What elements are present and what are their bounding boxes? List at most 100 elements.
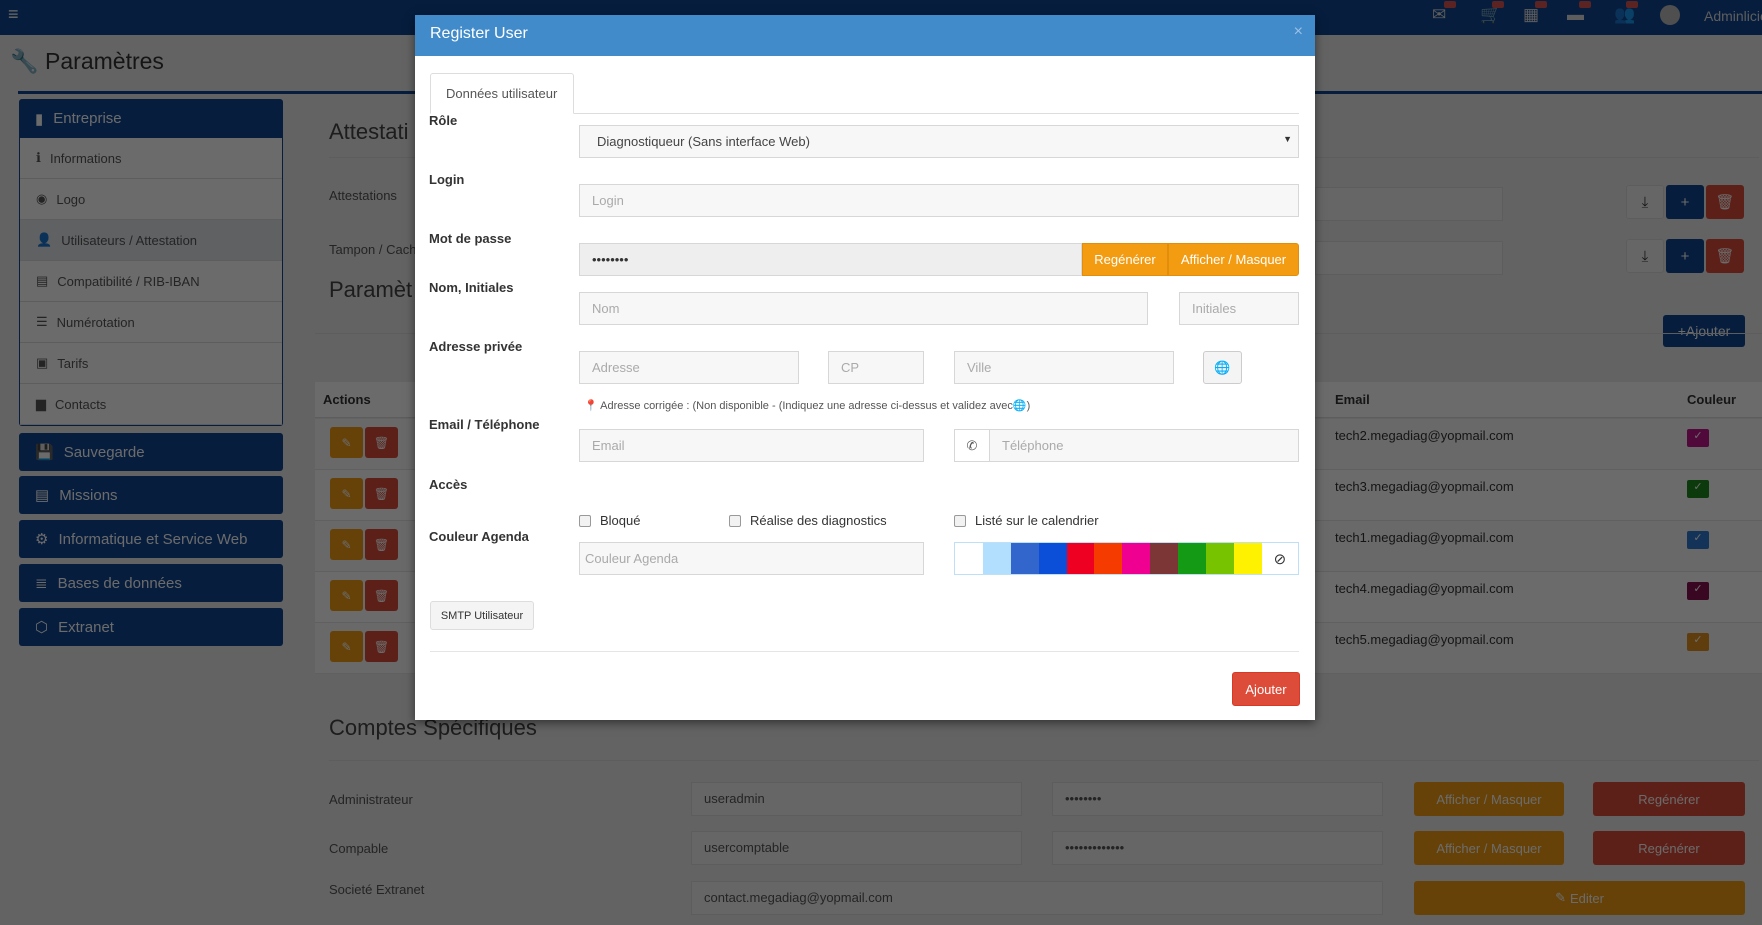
color-option[interactable]	[1066, 543, 1095, 574]
regenerate-password-button[interactable]: Regénérer	[1082, 243, 1168, 276]
download-icon[interactable]: ⤓	[1626, 239, 1664, 273]
trash-icon[interactable]: 🗑	[365, 529, 398, 560]
sidebar-section[interactable]: ⬡ Extranet	[19, 608, 283, 646]
edit-icon[interactable]: ✎	[330, 529, 363, 560]
color-option[interactable]	[1178, 543, 1207, 574]
tab-donnees-utilisateur[interactable]: Données utilisateur	[430, 73, 574, 114]
sidebar-item[interactable]: ▤ Compatibilité / RIB-IBAN	[20, 261, 282, 302]
section-icon: ⚙	[35, 531, 49, 548]
sidebar-item-icon: ▆	[36, 396, 46, 411]
extranet-email-input[interactable]: contact.megadiag@yopmail.com	[691, 881, 1383, 915]
sidebar-item[interactable]: 👤 Utilisateurs / Attestation	[20, 220, 282, 261]
modal-title: Register User	[430, 25, 528, 42]
compte-password-input[interactable]: ••••••••	[1052, 782, 1383, 816]
sidebar-item[interactable]: ℹ Informations	[20, 138, 282, 179]
plus-icon[interactable]: +	[1666, 185, 1704, 219]
edit-icon[interactable]: ✎	[330, 427, 363, 458]
sidebar-section[interactable]: 💾 Sauvegarde	[19, 433, 283, 471]
geocode-button[interactable]: 🌐	[1203, 351, 1242, 384]
add-user-button[interactable]: + Ajouter	[1663, 315, 1745, 347]
tampon-input[interactable]	[1315, 241, 1503, 275]
color-option[interactable]	[1206, 543, 1234, 574]
color-option[interactable]	[1010, 543, 1039, 574]
trash-icon[interactable]: 🗑	[365, 631, 398, 662]
toggle-password-button[interactable]: Afficher / Masquer	[1414, 782, 1564, 816]
user-name[interactable]: Adminlicie	[1704, 8, 1762, 24]
initiales-input[interactable]: Initiales	[1179, 292, 1299, 325]
toggle-password-button[interactable]: Afficher / Masquer	[1414, 831, 1564, 865]
adresse-input[interactable]: Adresse	[579, 351, 799, 384]
avatar-icon[interactable]	[1660, 5, 1680, 25]
hamburger-menu-icon[interactable]: ≡	[8, 4, 19, 25]
color-option[interactable]	[1122, 543, 1151, 574]
edit-button[interactable]: ✎ Editer	[1414, 881, 1745, 915]
trash-icon[interactable]: 🗑	[365, 580, 398, 611]
sidebar-item[interactable]: ☰ Numérotation	[20, 302, 282, 343]
regenerate-button[interactable]: Regénérer	[1593, 831, 1745, 865]
email-input[interactable]: Email	[579, 429, 924, 462]
email-cell: tech1.megadiag@yopmail.com	[1335, 530, 1514, 545]
password-input[interactable]: ••••••••	[579, 243, 1082, 276]
color-swatch-icon[interactable]: ✓	[1687, 633, 1709, 651]
checkbox-bloque[interactable]: Bloqué	[579, 513, 640, 528]
color-swatch-icon[interactable]: ✓	[1687, 531, 1709, 549]
submit-button[interactable]: Ajouter	[1232, 672, 1300, 706]
sidebar-entreprise[interactable]: ▮ Entreprise	[19, 99, 283, 138]
compte-login-input[interactable]: useradmin	[691, 782, 1022, 816]
toggle-password-button[interactable]: Afficher / Masquer	[1168, 243, 1299, 276]
trash-icon[interactable]: 🗑	[365, 478, 398, 509]
checkbox[interactable]	[954, 514, 966, 527]
edit-icon[interactable]: ✎	[330, 580, 363, 611]
edit-icon[interactable]: ✎	[330, 478, 363, 509]
checkbox[interactable]	[579, 514, 591, 527]
card-icon[interactable]: ▬	[1567, 1, 1591, 25]
users-icon[interactable]: 👥	[1614, 1, 1638, 25]
close-icon[interactable]: ×	[1294, 23, 1303, 41]
ville-input[interactable]: Ville	[954, 351, 1174, 384]
color-option[interactable]	[1233, 543, 1262, 574]
nom-input[interactable]: Nom	[579, 292, 1148, 325]
color-swatch-icon[interactable]: ✓	[1687, 429, 1709, 447]
color-option[interactable]	[1094, 543, 1123, 574]
checkbox-realise-diagnostics[interactable]: Réalise des diagnostics	[729, 513, 887, 528]
sidebar-item[interactable]: ▣ Tarifs	[20, 343, 282, 384]
cart-icon[interactable]: 🛒	[1480, 1, 1504, 25]
sidebar-section[interactable]: ≣ Bases de données	[19, 564, 283, 602]
color-option[interactable]	[1150, 543, 1179, 574]
sidebar-item[interactable]: ▆ Contacts	[20, 384, 282, 425]
role-select[interactable]: Diagnostiqueur (Sans interface Web) ▼	[579, 125, 1299, 158]
checkbox[interactable]	[729, 514, 741, 527]
compte-password-input[interactable]: •••••••••••••	[1052, 831, 1383, 865]
sidebar-label: Bases de données	[57, 574, 182, 592]
sidebar-section[interactable]: ⚙ Informatique et Service Web	[19, 520, 283, 558]
sidebar-item[interactable]: ◉ Logo	[20, 179, 282, 220]
color-swatch-icon[interactable]: ✓	[1687, 480, 1709, 498]
plus-icon[interactable]: +	[1666, 239, 1704, 273]
color-option[interactable]	[982, 543, 1011, 574]
couleur-input[interactable]: Couleur Agenda	[579, 542, 924, 575]
sidebar-item-label: Compatibilité / RIB-IBAN	[57, 273, 200, 289]
trash-icon[interactable]: 🗑	[1706, 185, 1744, 219]
edit-icon[interactable]: ✎	[330, 631, 363, 662]
attestations-input[interactable]	[1315, 187, 1503, 221]
color-option[interactable]	[1038, 543, 1067, 574]
color-option[interactable]	[955, 543, 983, 574]
cp-input[interactable]: CP	[828, 351, 924, 384]
no-color-icon[interactable]: ⊘	[1262, 543, 1298, 574]
color-swatch-icon[interactable]: ✓	[1687, 582, 1709, 600]
trash-icon[interactable]: 🗑	[1706, 239, 1744, 273]
sidebar-label: Extranet	[58, 618, 114, 636]
smtp-button[interactable]: SMTP Utilisateur	[430, 601, 534, 630]
map-marker-icon: 📍	[584, 400, 598, 412]
login-input[interactable]: Login	[579, 184, 1299, 217]
envelope-icon[interactable]: ✉	[1432, 1, 1456, 25]
calendar-icon[interactable]: ▦	[1523, 1, 1547, 25]
trash-icon[interactable]: 🗑	[365, 427, 398, 458]
sidebar-section[interactable]: ▤ Missions	[19, 476, 283, 514]
compte-login-input[interactable]: usercomptable	[691, 831, 1022, 865]
regenerate-button[interactable]: Regénérer	[1593, 782, 1745, 816]
checkbox-liste-calendrier[interactable]: Listé sur le calendrier	[954, 513, 1099, 528]
download-icon[interactable]: ⤓	[1626, 185, 1664, 219]
telephone-input[interactable]: Téléphone	[989, 429, 1299, 462]
email-cell: tech5.megadiag@yopmail.com	[1335, 632, 1514, 647]
